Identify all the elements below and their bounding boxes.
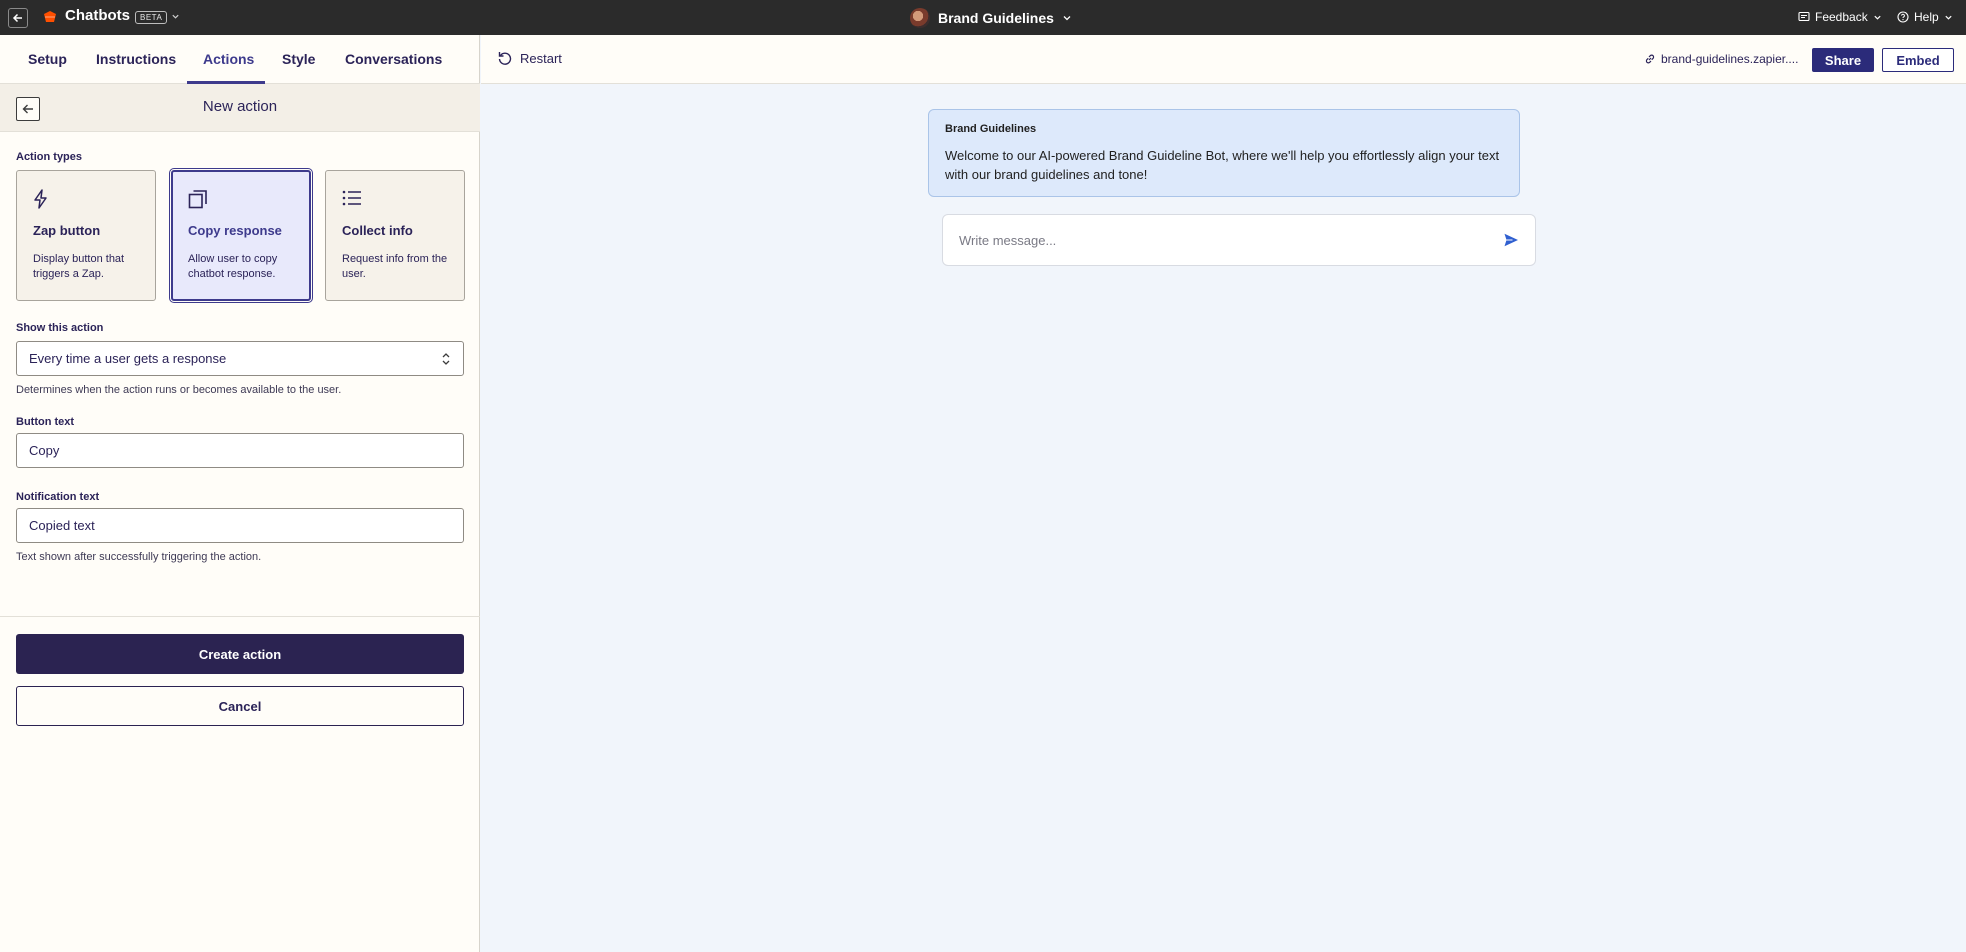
card-description: Request info from the user. — [342, 253, 448, 280]
action-type-copy-response[interactable]: Copy response Allow user to copy chatbot… — [169, 168, 313, 303]
bot-selector[interactable]: Brand Guidelines — [910, 8, 1072, 28]
help-icon — [1897, 11, 1909, 23]
panel-header: New action — [0, 84, 480, 132]
card-title: Copy response — [188, 223, 282, 238]
top-bar: Chatbots BETA Brand Guidelines Feedback … — [0, 0, 1966, 35]
bot-name: Brand Guidelines — [938, 10, 1054, 26]
tab-style[interactable]: Style — [282, 51, 315, 67]
notification-text-label: Notification text — [16, 491, 100, 503]
show-action-hint: Determines when the action runs or becom… — [16, 384, 342, 396]
bot-avatar — [910, 8, 930, 28]
arrow-left-icon — [22, 104, 33, 114]
bot-message-text: Welcome to our AI-powered Brand Guidelin… — [945, 148, 1500, 182]
chevron-down-icon — [1945, 15, 1952, 20]
embed-button[interactable]: Embed — [1882, 48, 1954, 72]
restart-button[interactable]: Restart — [497, 50, 562, 66]
show-action-label: Show this action — [16, 322, 104, 334]
panel-back-button[interactable] — [16, 97, 40, 121]
create-action-button[interactable]: Create action — [16, 634, 464, 674]
chatbot-link-text: brand-guidelines.zapier.... — [1661, 52, 1799, 66]
panel-title: New action — [202, 98, 278, 115]
restart-label: Restart — [520, 50, 562, 66]
share-button[interactable]: Share — [1812, 48, 1874, 72]
lightning-icon — [34, 189, 47, 209]
feedback-icon — [1798, 11, 1810, 22]
notification-hint: Text shown after successfully triggering… — [16, 551, 262, 563]
preview-header: Restart brand-guidelines.zapier.... Shar… — [481, 35, 1966, 84]
arrow-left-icon — [12, 13, 22, 23]
notification-text-input[interactable]: Copied text — [16, 508, 464, 543]
help-label: Help — [1914, 10, 1939, 24]
list-icon — [342, 190, 361, 206]
bot-message-bubble: Brand Guidelines Welcome to our AI-power… — [928, 109, 1520, 197]
cancel-button[interactable]: Cancel — [16, 686, 464, 726]
divider — [0, 616, 480, 617]
tab-instructions[interactable]: Instructions — [96, 51, 176, 67]
action-types-label: Action types — [16, 151, 83, 163]
app-title: Chatbots — [65, 7, 130, 24]
tab-actions[interactable]: Actions — [203, 51, 254, 67]
card-description: Display button that triggers a Zap. — [33, 253, 125, 280]
send-icon[interactable] — [1503, 232, 1519, 248]
message-placeholder: Write message... — [959, 233, 1057, 248]
restart-icon — [498, 52, 512, 65]
copy-icon — [188, 190, 207, 209]
tab-bar: Setup Instructions Actions Style Convers… — [0, 35, 480, 84]
show-action-value: Every time a user gets a response — [29, 351, 227, 366]
chevron-down-icon — [1063, 16, 1071, 21]
beta-badge: BETA — [135, 11, 168, 24]
zapier-logo-icon — [44, 11, 56, 22]
card-description: Allow user to copy chatbot response. — [188, 253, 278, 280]
button-text-value: Copy — [29, 443, 60, 458]
chatbot-link[interactable]: brand-guidelines.zapier.... — [1644, 52, 1798, 66]
left-panel: Setup Instructions Actions Style Convers… — [0, 35, 480, 952]
bot-message-author: Brand Guidelines — [945, 123, 1037, 135]
feedback-menu[interactable]: Feedback — [1798, 10, 1882, 24]
show-action-select[interactable]: Every time a user gets a response — [16, 341, 464, 376]
message-input[interactable]: Write message... — [942, 214, 1536, 266]
back-button[interactable] — [8, 8, 28, 28]
tab-conversations[interactable]: Conversations — [345, 51, 442, 67]
feedback-label: Feedback — [1815, 10, 1868, 24]
chevron-down-icon[interactable] — [171, 12, 180, 21]
button-text-input[interactable]: Copy — [16, 433, 464, 468]
action-type-collect-info[interactable]: Collect info Request info from the user. — [325, 170, 465, 301]
link-icon — [1645, 54, 1655, 64]
help-menu[interactable]: Help — [1897, 10, 1953, 24]
notification-text-value: Copied text — [29, 518, 95, 533]
card-title: Zap button — [33, 223, 101, 238]
card-title: Collect info — [342, 223, 413, 238]
chevron-updown-icon — [442, 353, 450, 365]
action-type-zap-button[interactable]: Zap button Display button that triggers … — [16, 170, 156, 301]
button-text-label: Button text — [16, 416, 75, 428]
tab-setup[interactable]: Setup — [28, 51, 67, 67]
chevron-down-icon — [1874, 15, 1881, 20]
